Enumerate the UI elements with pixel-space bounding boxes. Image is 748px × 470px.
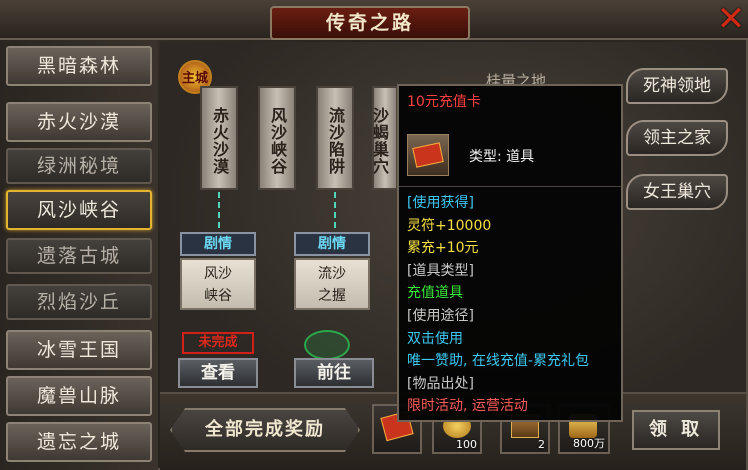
map-node-liusha-xianjing[interactable]: 流沙陷阱 [316,86,354,190]
tooltip-row: 唯一赞助, 在线充值-累充礼包 [407,353,589,370]
tooltip-row: [道具类型] [407,262,474,279]
sidebar-item-chihuo-shamo[interactable]: 赤火沙漠 [6,102,152,142]
tooltip-row: [物品出处] [407,375,474,392]
tooltip-row: 累充+10元 [407,240,479,257]
close-icon[interactable]: ✕ [716,2,746,36]
sidebar-item-moshou-shanmai[interactable]: 魔兽山脉 [6,376,152,416]
sidebar-item-heian-senlin[interactable]: 黑暗森林 [6,46,152,86]
tooltip-item-name: 10元充值卡 [407,94,481,110]
tooltip-rows: [使用获得] 灵符+10000 累充+10元 [道具类型] 充值道具 [使用途径… [407,192,589,418]
sidebar-item-yiluo-gucheng[interactable]: 遗落古城 [6,238,152,274]
view-button[interactable]: 查看 [178,358,258,388]
complete-seal-icon [304,330,350,360]
goto-button[interactable]: 前往 [294,358,374,388]
map-node-shaxie-chaoxue[interactable]: 沙蝎巢穴 [370,86,398,190]
tooltip-type: 类型: 道具 [469,149,535,165]
story-card-fengsha-xiagu: 风沙 峡谷 [180,258,256,310]
connector-line [334,192,336,228]
connector-line [218,192,220,228]
tooltip-row: [使用获得] [407,195,474,211]
tooltip-row: 充值道具 [407,285,463,302]
window-title: 传奇之路 [270,6,470,40]
slot-count: 100 [456,438,477,451]
slot-count: 2 [538,438,545,451]
sidebar-item-lvzhou-mijing[interactable]: 绿洲秘境 [6,148,152,184]
tooltip-divider [399,186,621,187]
item-tooltip: 10元充值卡 类型: 道具 [使用获得] 灵符+10000 累充+10元 [道具… [397,84,623,422]
sidebar-item-bingxue-wangguo[interactable]: 冰雪王国 [6,330,152,370]
map-node-nvwang-chaoxue[interactable]: 女王巢穴 [626,174,728,210]
sidebar-item-lieyan-shaqiu[interactable]: 烈焰沙丘 [6,284,152,320]
map-node-lingzhu-zhijia[interactable]: 领主之家 [626,120,728,156]
sidebar-item-yiwang-zhicheng[interactable]: 遗忘之城 [6,422,152,462]
claim-button[interactable]: 领 取 [632,410,720,450]
tooltip-row: 灵符+10000 [407,217,492,234]
story-tag: 剧情 [180,232,256,256]
story-card-liusha-zhiwo: 流沙 之握 [294,258,370,310]
tooltip-row: [使用途径] [407,307,474,324]
tooltip-row: 双击使用 [407,330,463,347]
tooltip-row: 限时活动, 运营活动 [407,398,528,415]
story-tag: 剧情 [294,232,370,256]
map-node-fengsha-xiagu[interactable]: 风沙峡谷 [258,86,296,190]
incomplete-stamp: 未完成 [182,332,254,354]
all-complete-reward-label: 全部完成奖励 [170,408,360,452]
map-node-sishen-lingdi[interactable]: 死神领地 [626,68,728,104]
map-node-chihuo-shamo[interactable]: 赤火沙漠 [200,86,238,190]
recharge-card-icon [407,134,449,176]
slot-count: 800万 [573,437,605,450]
sidebar-item-fengsha-xiagu[interactable]: 风沙峡谷 [6,190,152,230]
